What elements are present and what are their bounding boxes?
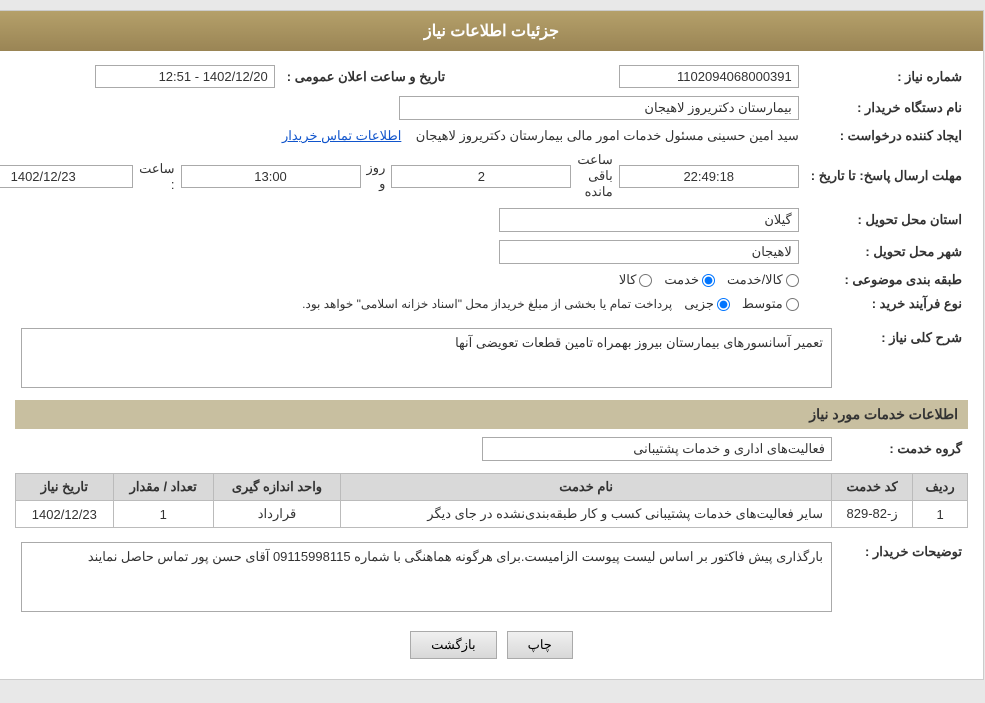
col-vahed: واحد اندازه گیری — [214, 474, 341, 501]
tozihat-box: بارگذاری پیش فاکتور بر اساس لیست پیوست ا… — [22, 542, 833, 612]
cell-tarikh: 1402/12/23 — [17, 501, 115, 528]
tabaghe-kala-khidmat-label: کالا/خدمت — [728, 272, 784, 288]
nam-dastgah-input: بیمارستان دکتریروز لاهیجان — [400, 96, 800, 120]
nooe-jozii-label: جزیی — [685, 296, 715, 312]
mohlat-saat-label: ساعت : — [140, 161, 175, 192]
mohlat-roz-input: 2 — [392, 165, 572, 188]
shahr-label: شهر محل تحویل : — [806, 236, 969, 268]
nooe-label: نوع فرآیند خرید : — [806, 292, 969, 316]
col-nam: نام خدمت — [342, 474, 833, 501]
ijad-link[interactable]: اطلاعات تماس خریدار — [283, 128, 402, 143]
cell-radif: 1 — [914, 501, 969, 528]
cell-vahed: قرارداد — [214, 501, 341, 528]
nam-dastgah-value: بیمارستان دکتریروز لاهیجان — [0, 92, 806, 124]
mohlat-baqi-input: 22:49:18 — [620, 165, 800, 188]
cell-nam: سایر فعالیت‌های خدمات پشتیبانی کسب و کار… — [342, 501, 833, 528]
gorooh-table: گروه خدمت : فعالیت‌های اداری و خدمات پشت… — [16, 433, 969, 465]
tabaghe-label: طبقه بندی موضوعی : — [806, 268, 969, 292]
nam-dastgah-label: نام دستگاه خریدار : — [806, 92, 969, 124]
tabaghe-khidmat-label: خدمت — [665, 272, 700, 288]
cell-kod: ز-82-829 — [833, 501, 914, 528]
tabaghe-kala[interactable]: کالا — [620, 272, 654, 288]
tabaghe-options: کالا/خدمت خدمت کالا — [0, 268, 806, 292]
nooe-radio-jozii[interactable] — [718, 298, 731, 311]
shomara-label: شماره نیاز : — [806, 61, 969, 92]
mohlat-row: 22:49:18 ساعت باقی مانده 2 روز و 13:00 س… — [0, 148, 806, 204]
khadamat-header: اطلاعات خدمات مورد نیاز — [16, 400, 969, 429]
nooe-row: متوسط جزیی پرداخت تمام یا بخشی از مبلغ خ… — [0, 296, 800, 312]
sharh-box: تعمیر آسانسورهای بیمارستان بیروز بهمراه … — [22, 328, 833, 388]
ostan-input: گیلان — [500, 208, 800, 232]
sharh-value-cell: تعمیر آسانسورهای بیمارستان بیروز بهمراه … — [16, 324, 839, 392]
page-wrapper: جزئیات اطلاعات نیاز شماره نیاز : 1102094… — [0, 10, 985, 680]
tozihat-label: توضیحات خریدار : — [839, 538, 969, 616]
nooe-motavasset[interactable]: متوسط — [743, 296, 800, 312]
tabaghe-radio-kala[interactable] — [640, 274, 653, 287]
mohlat-date-input: 1402/12/23 — [0, 165, 134, 188]
header-title: جزئیات اطلاعات نیاز — [425, 23, 560, 40]
cell-tedad: 1 — [114, 501, 214, 528]
tabaghe-kala-khidmat[interactable]: کالا/خدمت — [728, 272, 800, 288]
tabaghe-radio-group: کالا/خدمت خدمت کالا — [0, 272, 800, 288]
col-radif: ردیف — [914, 474, 969, 501]
tabaghe-radio-khidmat[interactable] — [703, 274, 716, 287]
ostan-label: استان محل تحویل : — [806, 204, 969, 236]
nooe-radio-motavasset[interactable] — [787, 298, 800, 311]
sharh-table: شرح کلی نیاز : تعمیر آسانسورهای بیمارستا… — [16, 324, 969, 392]
ijad-value: سید امین حسینی مسئول خدمات امور مالی بیم… — [0, 124, 806, 148]
shomara-input: 1102094068000391 — [620, 65, 800, 88]
tabaghe-radio-kala-khidmat[interactable] — [787, 274, 800, 287]
table-row: 1 ز-82-829 سایر فعالیت‌های خدمات پشتیبان… — [17, 501, 969, 528]
gorooh-input: فعالیت‌های اداری و خدمات پشتیبانی — [483, 437, 833, 461]
mohlat-roz-label: روز و — [368, 160, 387, 192]
nooe-options: متوسط جزیی پرداخت تمام یا بخشی از مبلغ خ… — [0, 292, 806, 316]
print-button[interactable]: چاپ — [508, 631, 574, 659]
sharh-label: شرح کلی نیاز : — [839, 324, 969, 392]
tozihat-value-cell: بارگذاری پیش فاکتور بر اساس لیست پیوست ا… — [16, 538, 839, 616]
tabaghe-khidmat[interactable]: خدمت — [665, 272, 716, 288]
tozihat-table: توضیحات خریدار : بارگذاری پیش فاکتور بر … — [16, 538, 969, 616]
mohlat-label: مهلت ارسال پاسخ: تا تاریخ : — [806, 148, 969, 204]
back-button[interactable]: بازگشت — [411, 631, 497, 659]
mohlat-baqi-label: ساعت باقی مانده — [578, 152, 613, 200]
shomara-value: 1102094068000391 — [472, 61, 806, 92]
nooe-radio-group: متوسط جزیی — [685, 296, 800, 312]
nooe-motavasset-label: متوسط — [743, 296, 784, 312]
tarikh-value: 1402/12/20 - 12:51 — [0, 61, 282, 92]
main-content: شماره نیاز : 1102094068000391 تاریخ و سا… — [1, 51, 984, 679]
ijad-label: ایجاد کننده درخواست : — [806, 124, 969, 148]
tozihat-label-text: توضیحات خریدار : — [866, 544, 963, 559]
button-row: چاپ بازگشت — [16, 631, 969, 659]
info-table-1: شماره نیاز : 1102094068000391 تاریخ و سا… — [0, 61, 969, 316]
col-tarikh: تاریخ نیاز — [17, 474, 115, 501]
mohlat-saat-input: 13:00 — [182, 165, 362, 188]
service-table: ردیف کد خدمت نام خدمت واحد اندازه گیری ت… — [16, 473, 969, 528]
nooe-jozii[interactable]: جزیی — [685, 296, 731, 312]
shahr-value: لاهیجان — [0, 236, 806, 268]
col-tedad: تعداد / مقدار — [114, 474, 214, 501]
sharh-label-text: شرح کلی نیاز : — [882, 330, 963, 345]
gorooh-label: گروه خدمت : — [839, 433, 969, 465]
tarikh-input: 1402/12/20 - 12:51 — [96, 65, 276, 88]
gorooh-value-cell: فعالیت‌های اداری و خدمات پشتیبانی — [16, 433, 839, 465]
col-kod: کد خدمت — [833, 474, 914, 501]
ijad-text: سید امین حسینی مسئول خدمات امور مالی بیم… — [417, 128, 800, 143]
shahr-input: لاهیجان — [500, 240, 800, 264]
ostan-value: گیلان — [0, 204, 806, 236]
page-header: جزئیات اطلاعات نیاز — [1, 11, 984, 51]
tabaghe-kala-label: کالا — [620, 272, 638, 288]
nooe-note: پرداخت تمام یا بخشی از مبلغ خریداز محل "… — [303, 297, 673, 311]
tarikh-label: تاریخ و ساعت اعلان عمومی : — [282, 61, 452, 92]
